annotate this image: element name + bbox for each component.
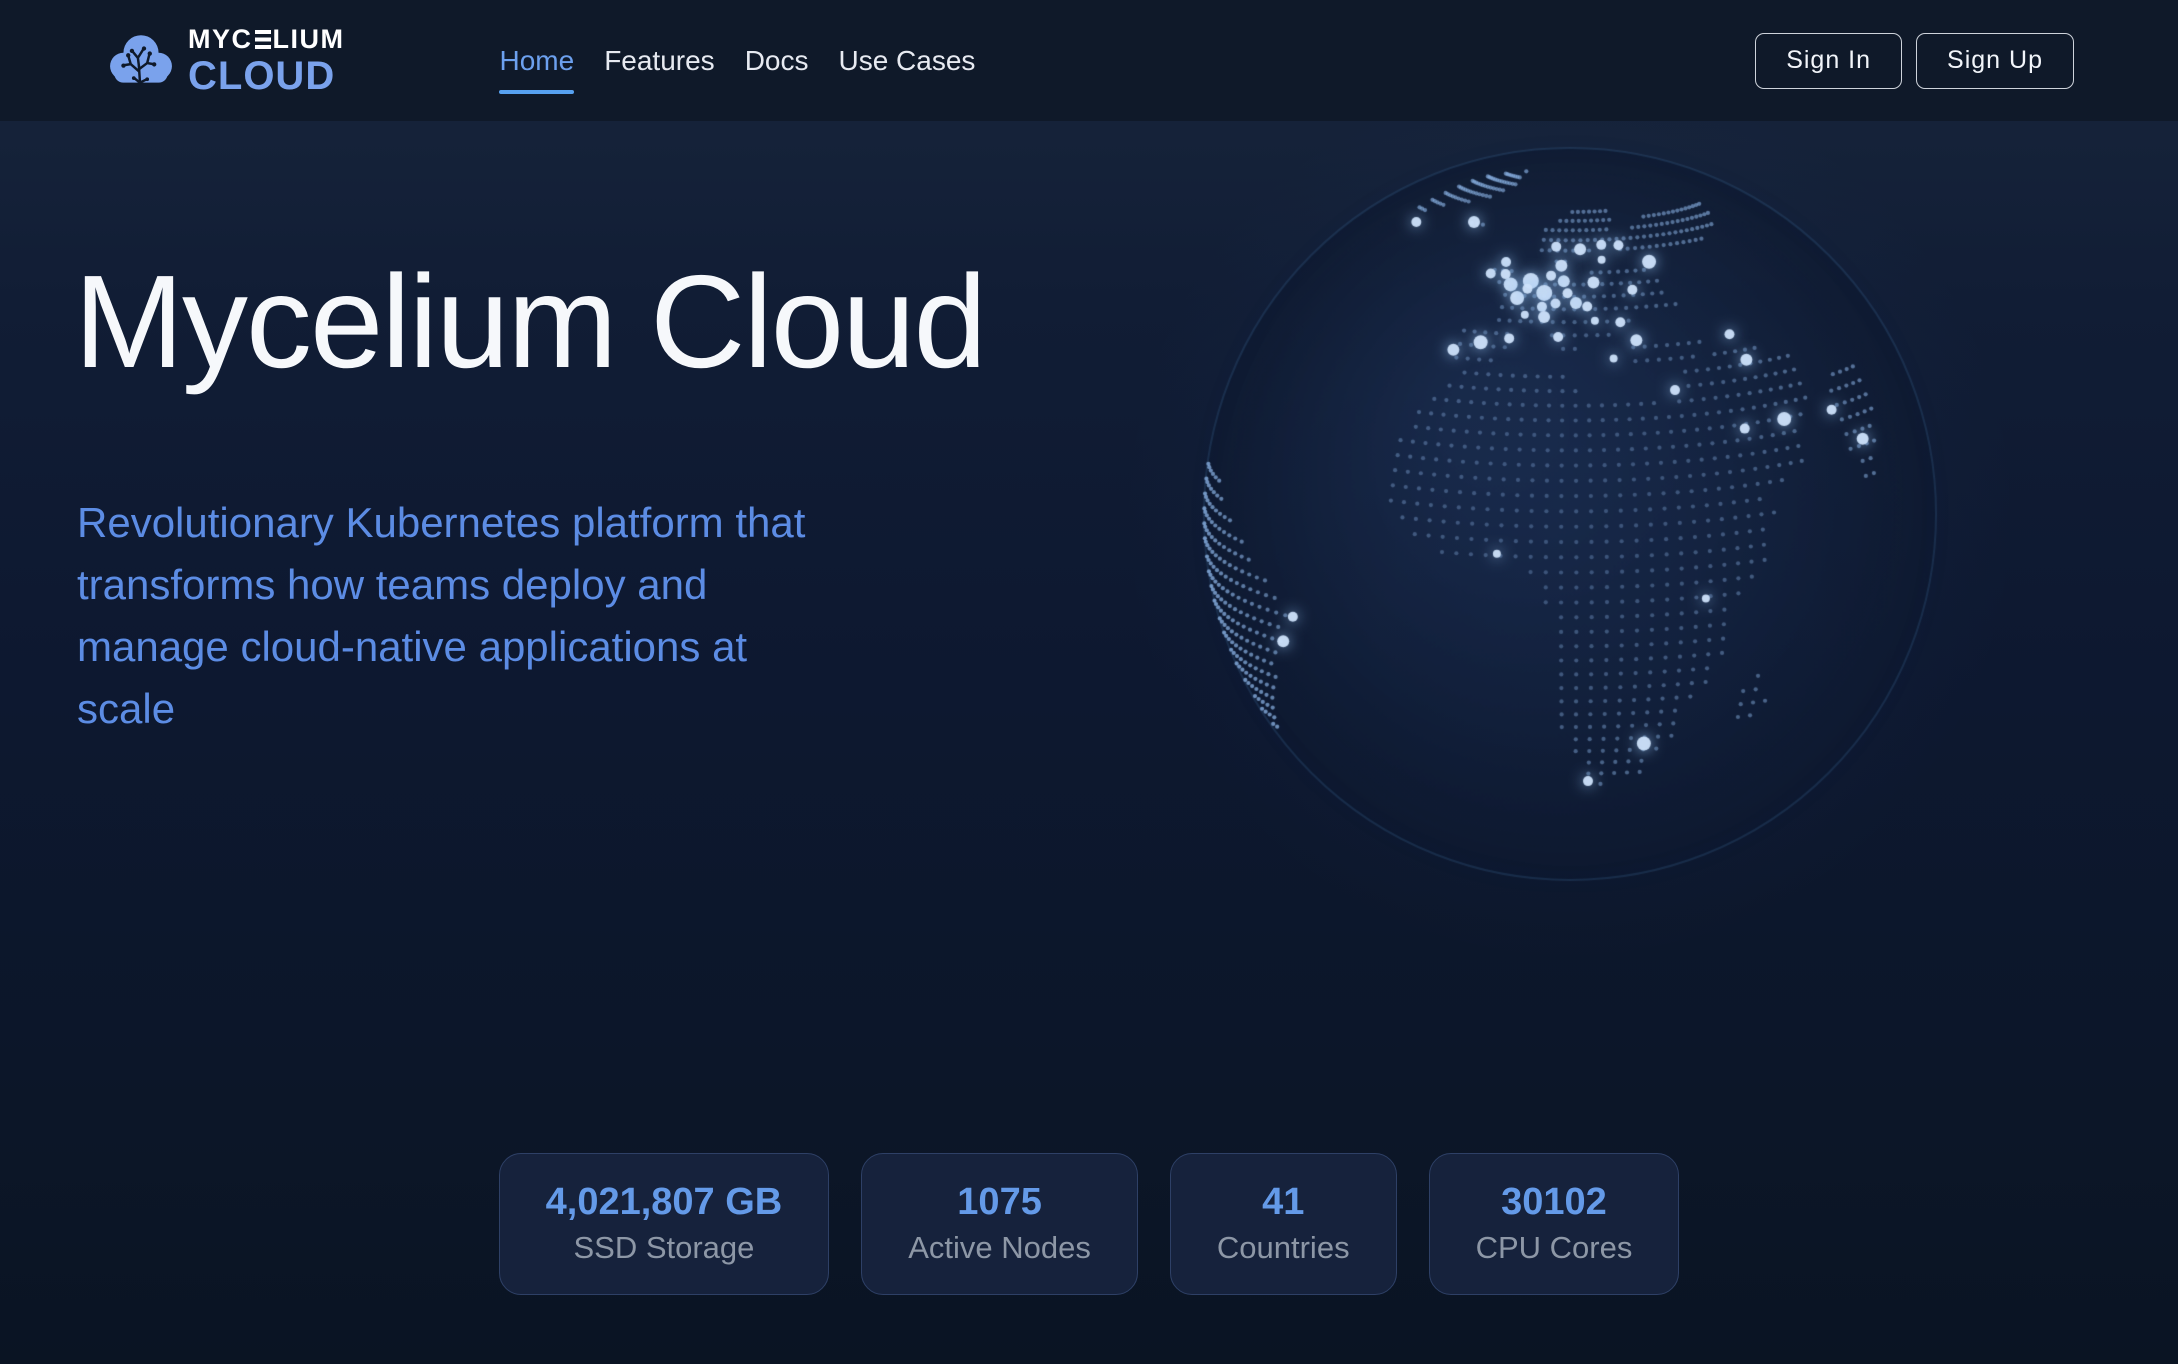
stat-card-countries: 41 Countries xyxy=(1170,1153,1397,1295)
stat-label: Active Nodes xyxy=(908,1228,1091,1268)
sign-in-button[interactable]: Sign In xyxy=(1755,33,1902,89)
main-nav: Home Features Docs Use Cases xyxy=(499,45,975,77)
stat-value: 30102 xyxy=(1476,1180,1633,1224)
stylized-e-glyph xyxy=(255,30,271,49)
stats-row: 4,021,807 GB SSD Storage 1075 Active Nod… xyxy=(0,1153,2178,1295)
brand-word-mycelium: MYCLIUM xyxy=(188,26,344,53)
stat-label: CPU Cores xyxy=(1476,1228,1633,1268)
globe-visualization xyxy=(1150,94,1990,934)
auth-buttons: Sign In Sign Up xyxy=(1755,33,2074,89)
nav-link-use-cases[interactable]: Use Cases xyxy=(838,45,975,77)
hero-title: Mycelium Cloud xyxy=(74,256,985,388)
stat-value: 1075 xyxy=(908,1180,1091,1224)
nav-link-docs[interactable]: Docs xyxy=(745,45,809,77)
brand-word-cloud: CLOUD xyxy=(188,56,344,96)
stat-label: Countries xyxy=(1217,1228,1350,1268)
brand-wordmark: MYCLIUM CLOUD xyxy=(188,26,344,96)
hero-subtitle: Revolutionary Kubernetes platform that t… xyxy=(77,492,805,740)
nav-link-home[interactable]: Home xyxy=(499,45,574,77)
stat-value: 41 xyxy=(1217,1180,1350,1224)
stat-card-ssd-storage: 4,021,807 GB SSD Storage xyxy=(499,1153,830,1295)
navbar: MYCLIUM CLOUD Home Features Docs Use Cas… xyxy=(0,0,2178,121)
stat-card-active-nodes: 1075 Active Nodes xyxy=(861,1153,1138,1295)
stat-card-cpu-cores: 30102 CPU Cores xyxy=(1429,1153,1680,1295)
nav-link-features[interactable]: Features xyxy=(604,45,715,77)
stat-label: SSD Storage xyxy=(546,1228,783,1268)
sign-up-button[interactable]: Sign Up xyxy=(1916,33,2074,89)
brand[interactable]: MYCLIUM CLOUD xyxy=(108,26,344,96)
mycelium-cloud-logo-icon xyxy=(108,32,174,90)
stat-value: 4,021,807 GB xyxy=(546,1180,783,1224)
landing-page: MYCLIUM CLOUD Home Features Docs Use Cas… xyxy=(0,0,2178,1364)
